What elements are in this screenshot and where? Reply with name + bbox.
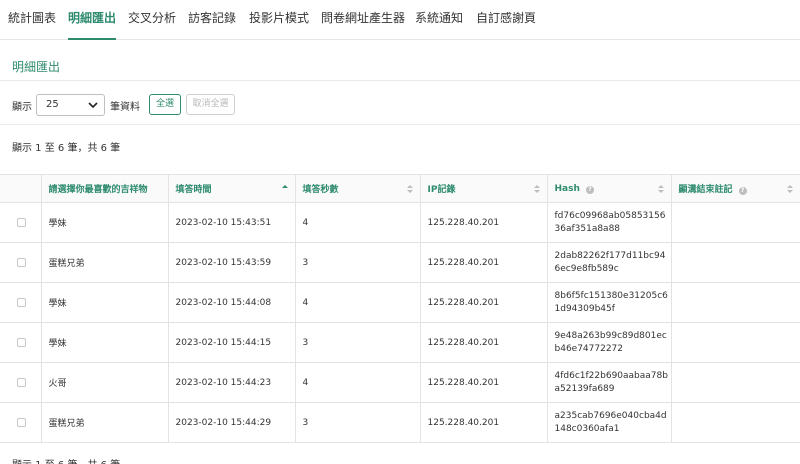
cell-mascot: 蛋糕兄弟	[40, 402, 169, 443]
row-checkbox-cell	[0, 202, 42, 243]
cell-time: 2023-02-10 15:44:23	[167, 362, 296, 403]
row-checkbox-cell	[0, 322, 42, 363]
row-checkbox-cell	[0, 242, 42, 283]
cell-time: 2023-02-10 15:44:29	[167, 402, 296, 443]
cell-time: 2023-02-10 15:44:08	[167, 282, 296, 323]
row-checkbox[interactable]	[17, 258, 26, 267]
table-header-row: 請選擇你最喜歡的吉祥物 填答時間 填答秒數 IP記錄 Hash ? 顯溝結束註記…	[0, 174, 800, 203]
cell-ip: 125.228.40.201	[419, 202, 548, 243]
table-row[interactable]: 學妹 2023-02-10 15:44:08 4 125.228.40.201 …	[0, 282, 800, 323]
column-header-label: 填答時間	[175, 185, 212, 195]
cell-seconds: 4	[294, 362, 421, 403]
cell-time: 2023-02-10 15:43:59	[167, 242, 296, 283]
cell-seconds: 3	[294, 322, 421, 363]
tab-survey-url-generator[interactable]: 問卷網址產生器	[321, 0, 405, 40]
row-checkbox[interactable]	[17, 418, 26, 427]
cell-seconds: 3	[294, 242, 421, 283]
cell-seconds: 3	[294, 402, 421, 443]
cell-end-note	[670, 242, 800, 283]
cell-hash: 4fd6c1f22b690aabaa78ba52139fa689	[546, 362, 672, 403]
cell-mascot: 學妹	[40, 282, 169, 323]
sort-both-icon	[657, 185, 664, 193]
cell-hash: 2dab82262f177d11bc946ec9e8fb589c	[546, 242, 672, 283]
cell-ip: 125.228.40.201	[419, 402, 548, 443]
column-header-label: 顯溝結束註記	[678, 185, 733, 195]
column-header-time[interactable]: 填答時間	[167, 174, 296, 203]
column-header-seconds[interactable]: 填答秒數	[294, 174, 421, 203]
divider	[0, 80, 800, 81]
tab-statistics-chart[interactable]: 統計圖表	[8, 0, 56, 40]
row-checkbox[interactable]	[17, 338, 26, 347]
chevron-down-icon	[88, 102, 98, 109]
cell-ip: 125.228.40.201	[419, 322, 548, 363]
row-checkbox-cell	[0, 282, 42, 323]
cell-end-note	[670, 282, 800, 323]
row-checkbox-cell	[0, 402, 42, 443]
cell-hash: fd76c09968ab0585315636af351a8a88	[546, 202, 672, 243]
show-label: 顯示	[12, 102, 32, 113]
cell-ip: 125.228.40.201	[419, 282, 548, 323]
tab-detail-export[interactable]: 明細匯出	[68, 0, 117, 40]
table-row[interactable]: 蛋糕兄弟 2023-02-10 15:44:29 3 125.228.40.20…	[0, 402, 800, 443]
page-size-select[interactable]: 25	[36, 94, 105, 116]
per-page-label: 筆資料	[110, 102, 140, 113]
table-row[interactable]: 學妹 2023-02-10 15:44:15 3 125.228.40.201 …	[0, 322, 800, 363]
cell-ip: 125.228.40.201	[419, 242, 548, 283]
cell-seconds: 4	[294, 282, 421, 323]
question-circle-icon[interactable]: ?	[738, 187, 747, 195]
row-checkbox[interactable]	[17, 218, 26, 227]
column-header-label: 請選擇你最喜歡的吉祥物	[48, 185, 148, 195]
table-row[interactable]: 蛋糕兄弟 2023-02-10 15:43:59 3 125.228.40.20…	[0, 242, 800, 283]
question-circle-icon[interactable]: ?	[586, 185, 595, 194]
record-summary: 顯示 1 至 6 筆，共 6 筆	[12, 143, 121, 154]
cell-seconds: 4	[294, 202, 421, 243]
deselect-all-button[interactable]: 取消全選	[186, 94, 235, 115]
divider	[0, 124, 800, 125]
sort-both-icon	[533, 185, 540, 193]
column-header-hash[interactable]: Hash ?	[546, 174, 672, 203]
table-row[interactable]: 學妹 2023-02-10 15:43:51 4 125.228.40.201 …	[0, 202, 800, 243]
header-checkbox-column	[0, 174, 42, 203]
column-header-end-note[interactable]: 顯溝結束註記 ?	[670, 174, 800, 203]
tab-custom-thanks-page[interactable]: 自訂感謝頁	[476, 0, 536, 40]
tab-bar: 統計圖表 明細匯出 交叉分析 訪客記錄 投影片模式 問卷網址產生器 系統通知 自…	[0, 0, 800, 40]
column-header-mascot[interactable]: 請選擇你最喜歡的吉祥物	[40, 174, 169, 203]
cell-time: 2023-02-10 15:43:51	[167, 202, 296, 243]
cell-time: 2023-02-10 15:44:15	[167, 322, 296, 363]
table-row[interactable]: 火哥 2023-02-10 15:44:23 4 125.228.40.201 …	[0, 362, 800, 403]
sort-both-icon	[787, 185, 793, 193]
cell-end-note	[670, 322, 800, 363]
sort-asc-icon	[281, 185, 288, 188]
row-checkbox-cell	[0, 362, 42, 403]
section-title: 明細匯出	[12, 60, 61, 74]
cell-hash: 9e48a263b99c89d801ecb46e74772272	[546, 322, 672, 363]
page-size-value: 25	[46, 99, 59, 110]
cell-end-note	[670, 402, 800, 443]
tab-system-notifications[interactable]: 系統通知	[415, 0, 463, 40]
column-header-ip[interactable]: IP記錄	[419, 174, 548, 203]
cell-mascot: 學妹	[40, 202, 169, 243]
cell-end-note	[670, 202, 800, 243]
data-table: 請選擇你最喜歡的吉祥物 填答時間 填答秒數 IP記錄 Hash ? 顯溝結束註記…	[0, 174, 800, 443]
row-checkbox[interactable]	[17, 378, 26, 387]
column-header-label: IP記錄	[427, 185, 456, 195]
cell-ip: 125.228.40.201	[419, 362, 548, 403]
row-checkbox[interactable]	[17, 298, 26, 307]
select-all-button[interactable]: 全選	[149, 94, 181, 115]
cell-end-note	[670, 362, 800, 403]
cell-hash: a235cab7696e040cba4d148c0360afa1	[546, 402, 672, 443]
tab-slideshow-mode[interactable]: 投影片模式	[249, 0, 309, 40]
tab-cross-analysis[interactable]: 交叉分析	[128, 0, 176, 40]
cell-mascot: 火哥	[40, 362, 169, 403]
tab-visitor-records[interactable]: 訪客記錄	[188, 0, 236, 40]
column-header-label: Hash	[554, 183, 580, 194]
column-header-label: 填答秒數	[302, 185, 339, 195]
cell-mascot: 學妹	[40, 322, 169, 363]
cell-hash: 8b6f5fc151380e31205c61d94309b45f	[546, 282, 672, 323]
cell-mascot: 蛋糕兄弟	[40, 242, 169, 283]
record-summary-footer: 顯示 1 至 6 筆，共 6 筆	[12, 456, 120, 464]
sort-both-icon	[406, 185, 413, 193]
